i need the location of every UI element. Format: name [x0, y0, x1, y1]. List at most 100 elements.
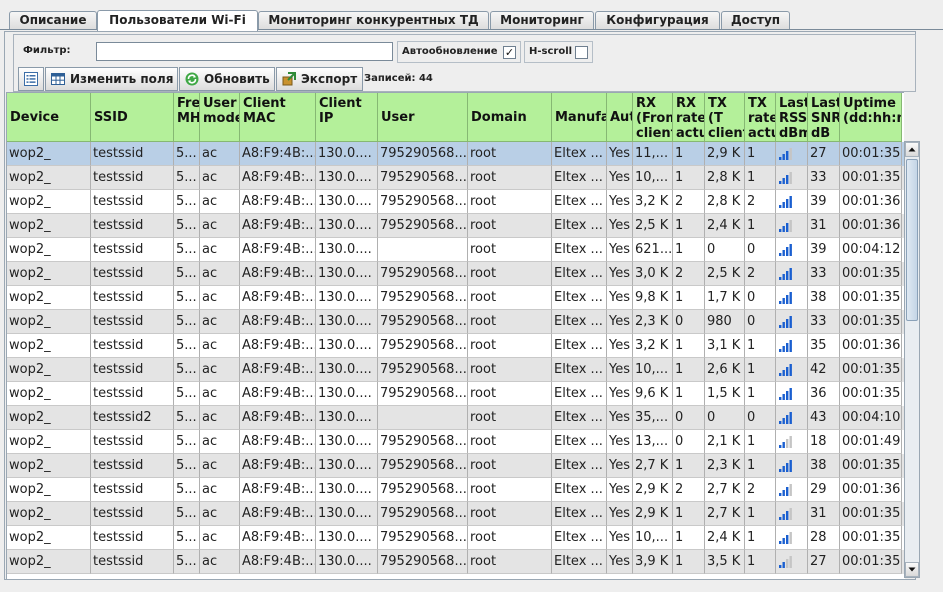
h-scroll-toggle[interactable]: H-scroll: [524, 41, 593, 63]
column-header-tx[interactable]: TX (T client byte: [705, 93, 745, 142]
auto-update-checkbox[interactable]: ✓: [503, 46, 516, 59]
cell-manuf: Eltex ...: [552, 430, 607, 454]
table-row[interactable]: wop2_ testssid 5... ac A8:F9:4B:... 130.0....…: [7, 526, 905, 550]
tab-1[interactable]: Описание: [9, 11, 97, 29]
cell-mac: A8:F9:4B:...: [240, 190, 316, 214]
table-row[interactable]: wop2_ testssid 5... ac A8:F9:4B:... 130.0....…: [7, 454, 905, 478]
table-row[interactable]: wop2_ testssid2 5... ac A8:F9:4B:... 130.0...…: [7, 406, 905, 430]
column-header-auth[interactable]: Aut: [607, 93, 633, 142]
tab-6[interactable]: Доступ: [721, 11, 790, 29]
column-header-snr[interactable]: Last SNR dB: [808, 93, 840, 142]
cell-device: wop2_: [7, 406, 91, 430]
refresh-label: Обновить: [204, 72, 270, 86]
scroll-thumb[interactable]: [906, 159, 918, 321]
columns-list-button[interactable]: [18, 67, 44, 91]
table-row[interactable]: wop2_ testssid 5... ac A8:F9:4B:... 130.0....…: [7, 262, 905, 286]
column-header-txrate[interactable]: TX rate actu: [745, 93, 776, 142]
table-row[interactable]: wop2_ testssid 5... ac A8:F9:4B:... 130.0....…: [7, 214, 905, 238]
column-header-ip[interactable]: Client IP: [316, 93, 378, 142]
column-header-mac[interactable]: Client MAC: [240, 93, 316, 142]
column-header-uptime[interactable]: Uptime (dd:hh:m: [840, 93, 902, 142]
tab-3[interactable]: Мониторинг конкурентных ТД: [258, 11, 489, 29]
cell-rx: 2,7 K: [633, 454, 673, 478]
cell-tx: 980: [705, 310, 745, 334]
table-row[interactable]: wop2_ testssid 5... ac A8:F9:4B:... 130.0....…: [7, 430, 905, 454]
column-header-domain[interactable]: Domain: [468, 93, 552, 142]
cell-domain: root: [468, 334, 552, 358]
cell-snr: 31: [808, 502, 840, 526]
cell-freq: 5...: [174, 550, 200, 574]
cell-auth: Yes: [607, 238, 633, 262]
cell-mac: A8:F9:4B:...: [240, 526, 316, 550]
cell-rx: 3,9 K: [633, 550, 673, 574]
table-row[interactable]: wop2_ testssid 5... ac A8:F9:4B:... 130.0....…: [7, 310, 905, 334]
cell-tx: 2,4 K: [705, 214, 745, 238]
table-row[interactable]: wop2_ testssid 5... ac A8:F9:4B:... 130.0....…: [7, 238, 905, 262]
cell-auth: Yes: [607, 190, 633, 214]
table-row[interactable]: wop2_ testssid 5... ac A8:F9:4B:... 130.0....…: [7, 166, 905, 190]
cell-mac: A8:F9:4B:...: [240, 454, 316, 478]
tab-5[interactable]: Конфигурация: [595, 11, 720, 29]
cell-auth: Yes: [607, 262, 633, 286]
cell-tx: 2,8 K: [705, 166, 745, 190]
vertical-scrollbar[interactable]: [904, 141, 920, 578]
table-row[interactable]: wop2_ testssid 5... ac A8:F9:4B:... 130.0....…: [7, 358, 905, 382]
table-row[interactable]: wop2_ testssid 5... ac A8:F9:4B:... 130.0....…: [7, 502, 905, 526]
column-header-manuf[interactable]: Manufa: [552, 93, 607, 142]
export-button[interactable]: Экспорт: [276, 67, 363, 91]
cell-user: 795290568...: [378, 166, 468, 190]
table-row[interactable]: wop2_ testssid 5... ac A8:F9:4B:... 130.0....…: [7, 382, 905, 406]
cell-domain: root: [468, 142, 552, 166]
table-row[interactable]: wop2_ testssid 5... ac A8:F9:4B:... 130.0....…: [7, 478, 905, 502]
table-row[interactable]: wop2_ testssid 5... ac A8:F9:4B:... 130.0....…: [7, 142, 905, 166]
cell-device: wop2_: [7, 262, 91, 286]
cell-user: 795290568...: [378, 502, 468, 526]
cell-domain: root: [468, 262, 552, 286]
cell-snr: 33: [808, 166, 840, 190]
refresh-button[interactable]: Обновить: [179, 67, 275, 91]
cell-snr: 35: [808, 334, 840, 358]
cell-txrate: 1: [745, 550, 776, 574]
column-header-device[interactable]: Device: [7, 93, 91, 142]
column-header-ssid[interactable]: SSID: [91, 93, 174, 142]
tab-4[interactable]: Мониторинг: [490, 11, 594, 29]
cell-rxrate: 1: [673, 286, 705, 310]
column-header-rx[interactable]: RX (From client: [633, 93, 673, 142]
cell-uptime: 00:01:36: [840, 334, 902, 358]
scroll-down-button[interactable]: [905, 562, 919, 577]
cell-mode: ac: [200, 550, 240, 574]
filter-input[interactable]: [96, 42, 393, 61]
h-scroll-checkbox[interactable]: [575, 46, 588, 59]
cell-mac: A8:F9:4B:...: [240, 334, 316, 358]
cell-snr: 27: [808, 142, 840, 166]
cell-manuf: Eltex ...: [552, 454, 607, 478]
cell-manuf: Eltex ...: [552, 358, 607, 382]
cell-domain: root: [468, 166, 552, 190]
cell-uptime: 00:01:36: [840, 214, 902, 238]
auto-update-toggle[interactable]: Автообновление ✓: [397, 41, 521, 63]
table-row[interactable]: wop2_ testssid 5... ac A8:F9:4B:... 130.0....…: [7, 286, 905, 310]
cell-snr: 36: [808, 382, 840, 406]
column-header-user[interactable]: User: [378, 93, 468, 142]
cell-mode: ac: [200, 526, 240, 550]
column-header-rssi[interactable]: Last RSS dBm: [776, 93, 808, 142]
tab-2[interactable]: Пользователи Wi-Fi: [97, 10, 258, 31]
cell-freq: 5...: [174, 310, 200, 334]
cell-ip: 130.0....: [316, 286, 378, 310]
table-row[interactable]: wop2_ testssid 5... ac A8:F9:4B:... 130.0....…: [7, 550, 905, 574]
edit-fields-button[interactable]: Изменить поля: [45, 67, 178, 91]
column-header-freq[interactable]: Fre MH: [174, 93, 200, 142]
cell-snr: 39: [808, 190, 840, 214]
table-row[interactable]: wop2_ testssid 5... ac A8:F9:4B:... 130.0....…: [7, 190, 905, 214]
cell-user: 795290568...: [378, 286, 468, 310]
column-header-mode[interactable]: User mode: [200, 93, 240, 142]
cell-device: wop2_: [7, 502, 91, 526]
scroll-up-button[interactable]: [905, 142, 919, 157]
cell-user: 795290568...: [378, 262, 468, 286]
column-header-rxrate[interactable]: RX rate actu: [673, 93, 705, 142]
cell-freq: 5...: [174, 406, 200, 430]
cell-auth: Yes: [607, 454, 633, 478]
cell-ssid: testssid: [91, 262, 174, 286]
table-row[interactable]: wop2_ testssid 5... ac A8:F9:4B:... 130.0....…: [7, 334, 905, 358]
cell-mac: A8:F9:4B:...: [240, 142, 316, 166]
